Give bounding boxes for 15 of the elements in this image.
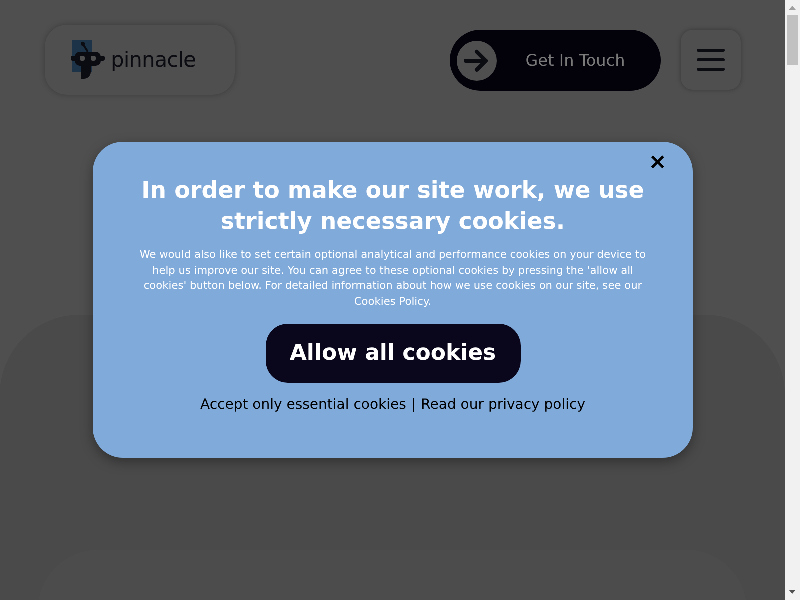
menu-icon (697, 48, 725, 72)
logo-text: pinnacle (111, 48, 196, 72)
accept-essential-link[interactable]: Accept only essential cookies (200, 397, 406, 414)
close-button[interactable]: × (644, 150, 671, 175)
allow-all-cookies-button[interactable]: Allow all cookies (266, 324, 520, 384)
dialog-title: In order to make our site work, we use strictly necessary cookies. (140, 177, 646, 237)
scrollbar[interactable] (785, 0, 800, 600)
separator-text: | (411, 397, 416, 414)
get-in-touch-button[interactable]: Get In Touch (450, 30, 661, 91)
privacy-policy-link[interactable]: Read our privacy policy (421, 397, 586, 414)
robot-logo-icon (71, 40, 105, 80)
scrollbar-thumb[interactable] (787, 15, 798, 65)
dialog-text: We would also like to set certain optional analytical and performance cookies on your device to help us improve our site. You can agree to these optional cookies by pressing the 'allow all cookies' button below. For detailed information about how we use cookies on our site, see our Cookies Policy. (138, 248, 648, 310)
menu-button[interactable] (681, 30, 741, 90)
arrow-right-icon (457, 40, 497, 80)
